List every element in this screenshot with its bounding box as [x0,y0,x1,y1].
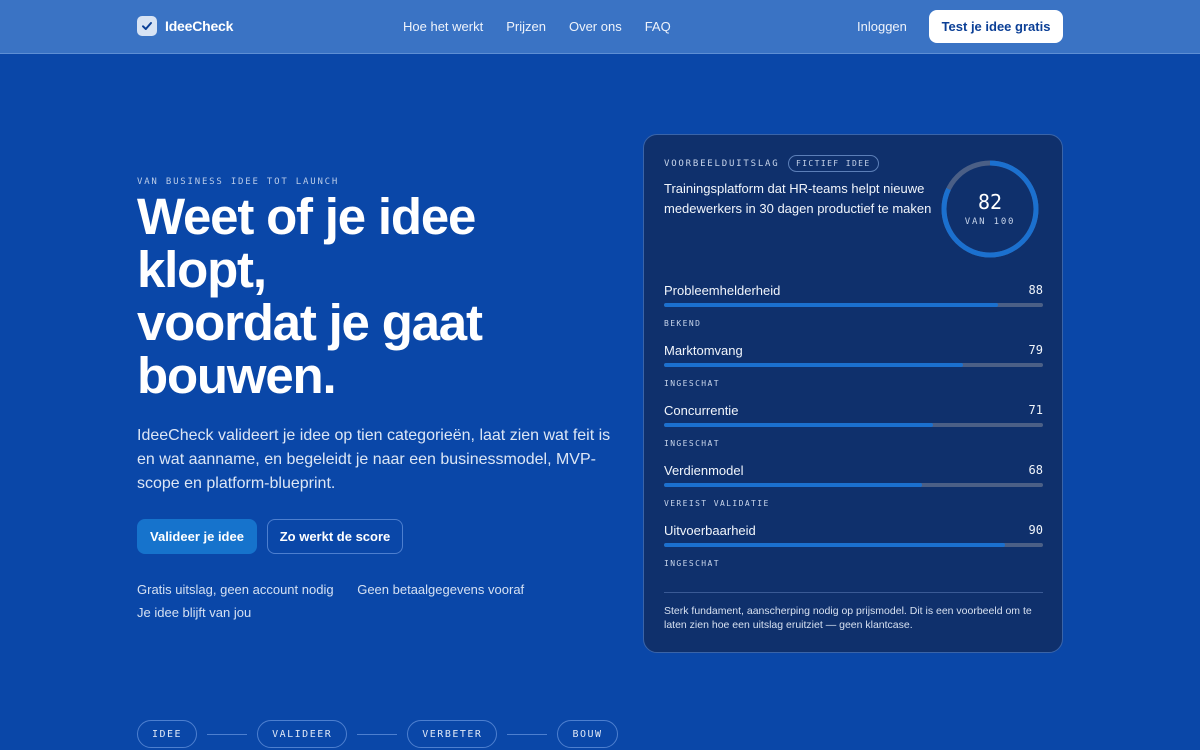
metric-row: Concurrentie 71 INGESCHAT [664,403,1043,463]
step-idee: IDEE [137,720,198,748]
perk-item: Gratis uitslag, geen account nodig [137,582,334,597]
try-free-button[interactable]: Test je idee gratis [929,10,1063,43]
validate-idea-button[interactable]: Valideer je idee [137,519,257,554]
card-footer-note: Sterk fundament, aanscherping nodig op p… [664,605,1032,631]
metric-bar [664,303,1043,307]
metric-tag: INGESCHAT [664,439,720,448]
card-divider [664,592,1043,593]
fictional-idea-badge: FICTIEF IDEE [788,155,879,172]
metric-row: Verdienmodel 68 VEREIST VALIDATIE [664,463,1043,523]
score-max: VAN 100 [964,217,1016,227]
metric-value: 90 [1028,523,1043,537]
process-steps: IDEE VALIDEER VERBETER BOUW [137,720,618,748]
metric-name: Verdienmodel [664,463,744,478]
hero-lead: IdeeCheck valideert je idee op tien cate… [137,427,611,492]
hero-headline-line-2: voordat je gaat bouwen. [137,294,483,404]
step-bouw: BOUW [557,720,618,748]
nav-link-prijzen[interactable]: Prijzen [506,19,546,34]
login-link[interactable]: Inloggen [857,19,907,34]
step-verbeter: VERBETER [407,720,498,748]
metric-name: Marktomvang [664,343,743,358]
metric-value: 88 [1028,283,1043,297]
idea-title: Trainingsplatform dat HR-teams helpt nie… [664,181,932,216]
overall-score: 82 [977,190,1003,214]
metric-bar [664,423,1043,427]
example-result-card: VOORBEELDUITSLAG FICTIEF IDEE Trainingsp… [643,134,1063,653]
metric-row: Uitvoerbaarheid 90 INGESCHAT [664,523,1043,583]
metric-row: Probleemhelderheid 88 BEKEND [664,283,1043,343]
metric-bar-fill [664,483,922,487]
metric-tag: INGESCHAT [664,559,720,568]
metric-bar [664,483,1043,487]
metric-tag: BEKEND [664,319,702,328]
metric-bar-fill [664,303,998,307]
hero-eyebrow: VAN BUSINESS IDEE TOT LAUNCH [137,177,340,187]
card-label: VOORBEELDUITSLAG [664,159,780,169]
hero-headline-line-1: Weet of je idee klopt, [137,188,476,298]
top-nav: IdeeCheck Hoe het werkt Prijzen Over ons… [0,0,1200,54]
step-connector [507,733,548,735]
metric-name: Uitvoerbaarheid [664,523,756,538]
metric-bar [664,543,1043,547]
step-valideer: VALIDEER [257,720,348,748]
checkmark-icon [137,16,157,36]
metric-name: Probleemhelderheid [664,283,781,298]
metric-bar [664,363,1043,367]
metric-row: Marktomvang 79 INGESCHAT [664,343,1043,403]
step-connector [357,733,398,735]
nav-link-over-ons[interactable]: Over ons [569,19,622,34]
step-connector [207,733,248,735]
brand-logo[interactable]: IdeeCheck [137,16,233,36]
metric-bar-fill [664,543,1006,547]
hero-headline: Weet of je idee klopt, voordat je gaat b… [137,190,607,402]
perk-item: Je idee blijft van jou [137,605,252,620]
nav-link-hoe-het-werkt[interactable]: Hoe het werkt [403,19,483,34]
metric-bar-fill [664,363,964,367]
brand-name: IdeeCheck [165,18,234,34]
metric-tag: INGESCHAT [664,379,720,388]
metric-value: 79 [1028,343,1043,357]
perk-item: Geen betaalgegevens vooraf [357,582,525,597]
metric-list: Probleemhelderheid 88 BEKEND Marktomvang… [664,283,1043,583]
nav-link-faq[interactable]: FAQ [645,19,671,34]
metric-name: Concurrentie [664,403,739,418]
metric-bar-fill [664,423,934,427]
metric-value: 68 [1028,463,1043,477]
perks-list: Gratis uitslag, geen account nodig Geen … [137,578,557,624]
metric-tag: VEREIST VALIDATIE [664,499,770,508]
metric-value: 71 [1028,403,1043,417]
how-score-works-button[interactable]: Zo werkt de score [267,519,403,554]
nav-links: Hoe het werkt Prijzen Over ons FAQ [403,19,694,34]
